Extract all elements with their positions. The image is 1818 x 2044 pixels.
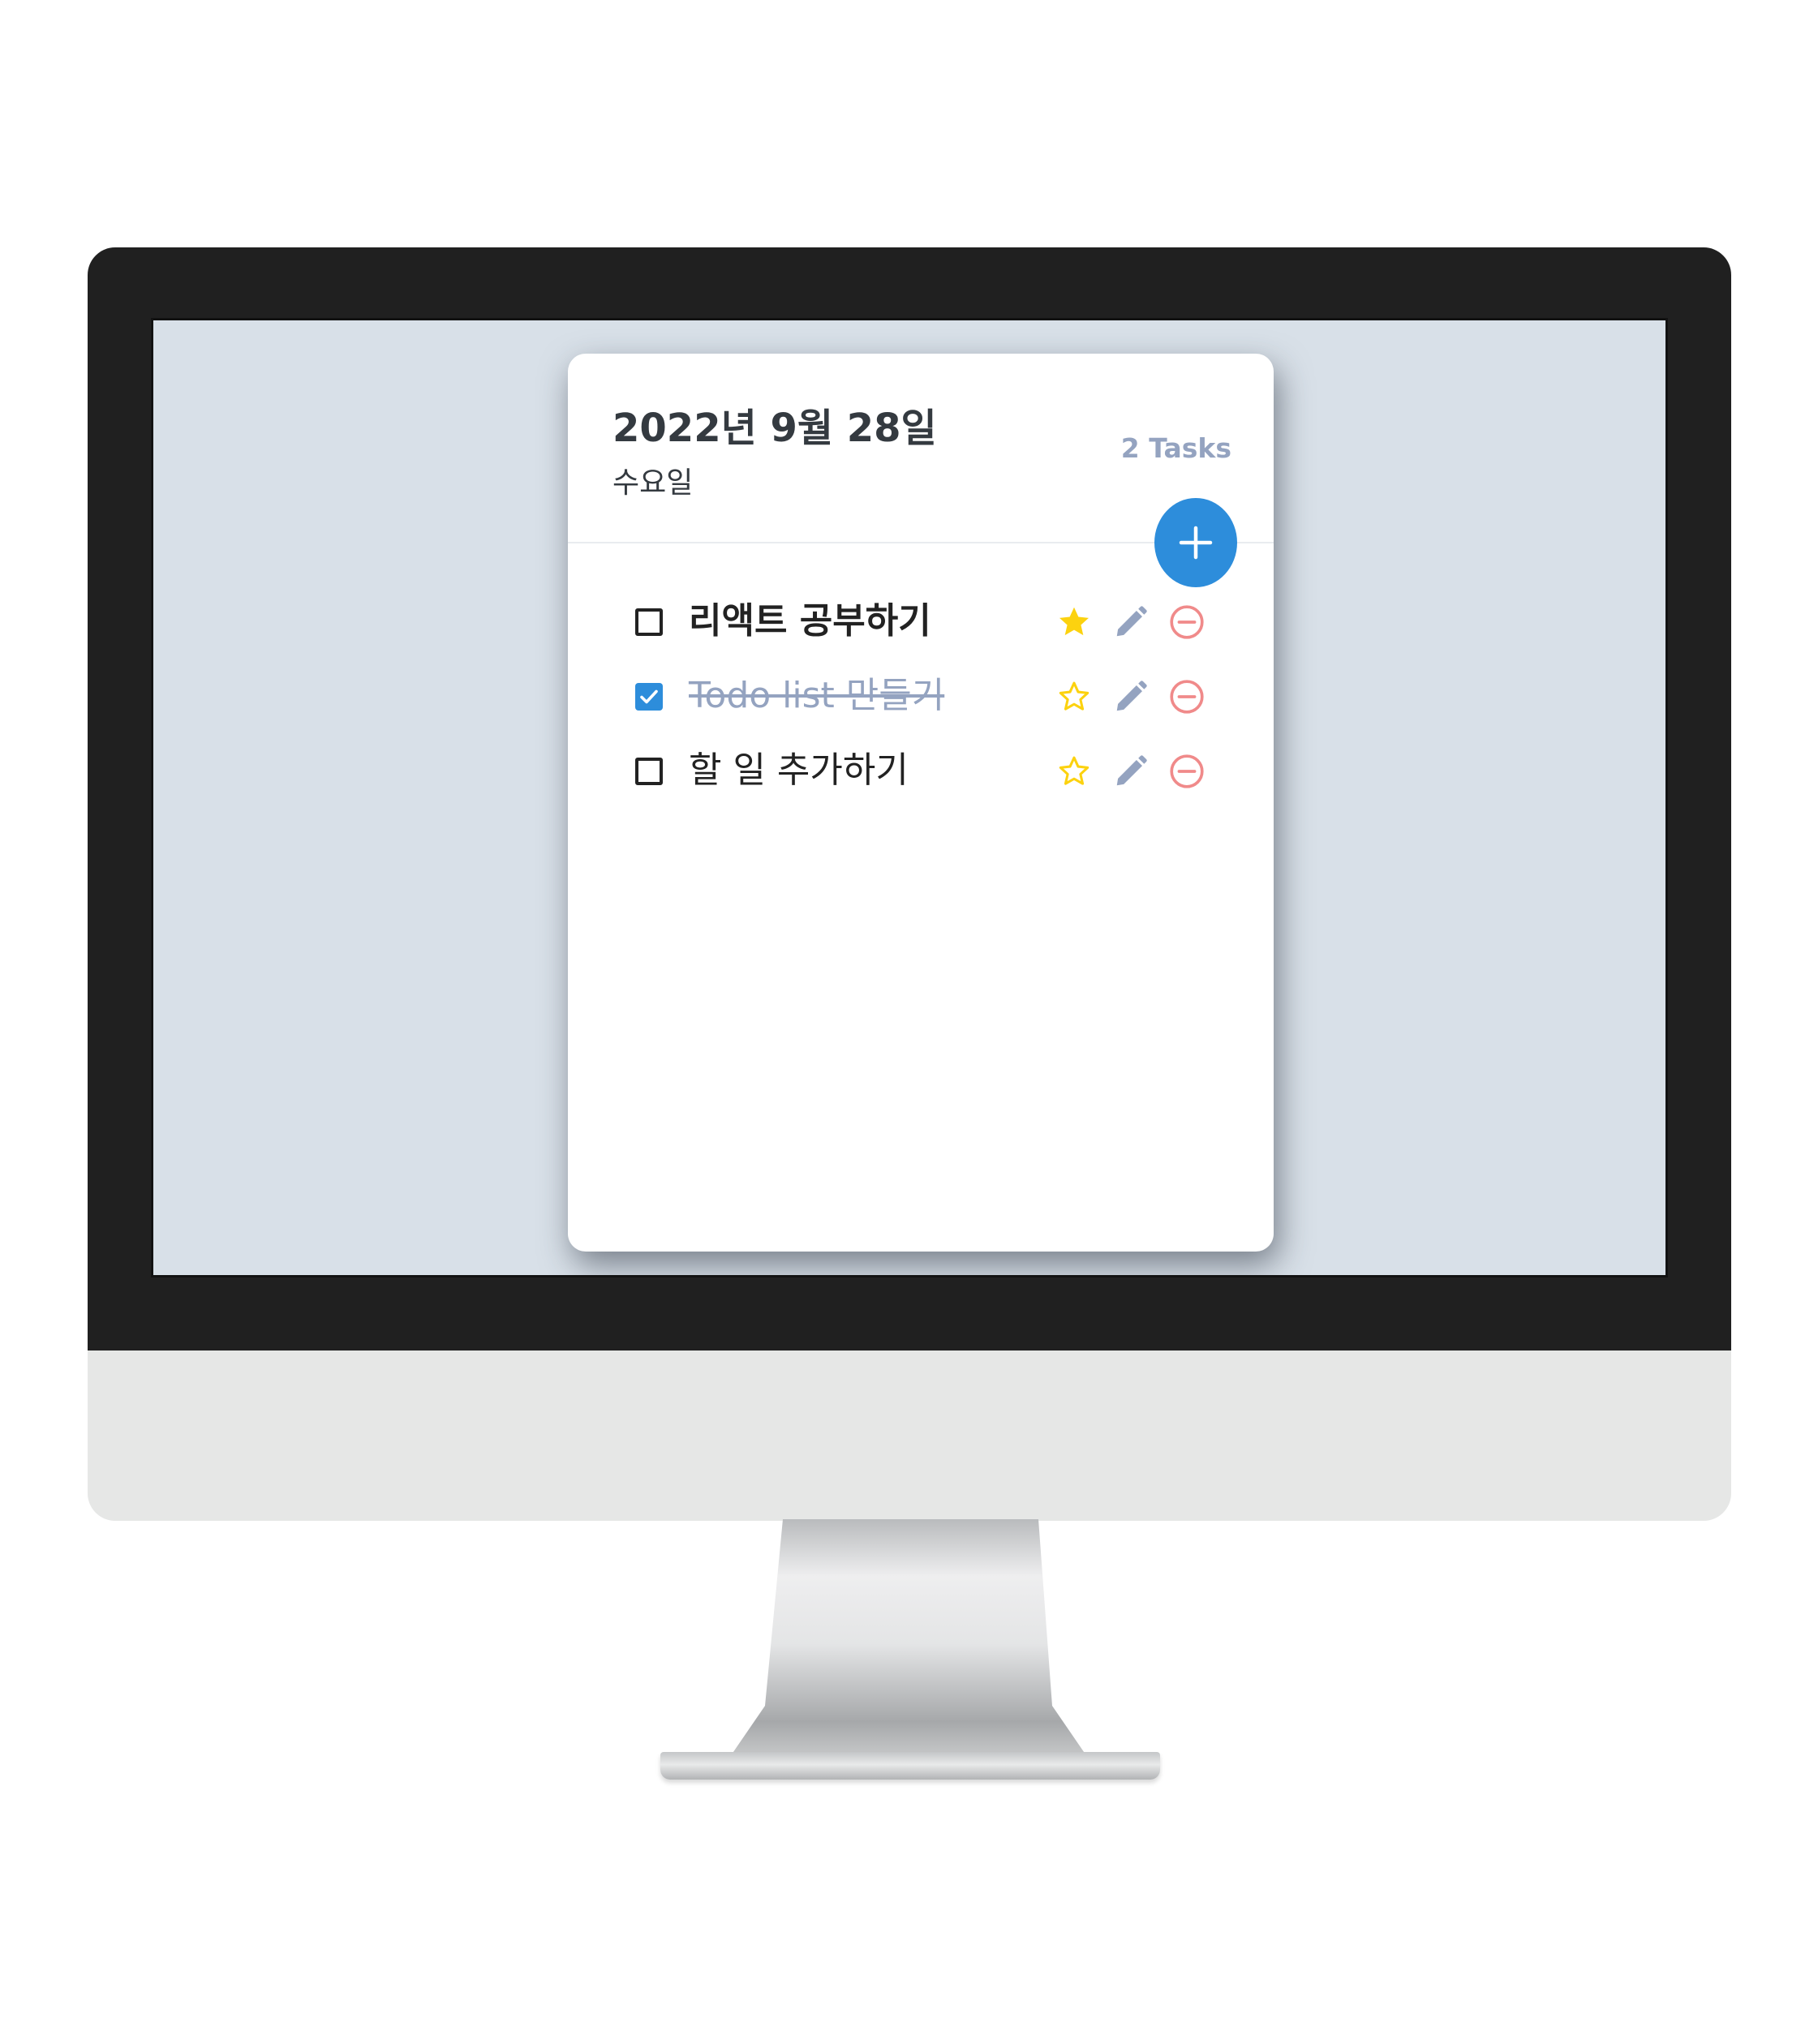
- todo-item: Todo list 만들기: [568, 663, 1274, 738]
- todo-text: 리액트 공부하기: [689, 600, 931, 642]
- todo-text: Todo list 만들기: [689, 675, 945, 716]
- minus-circle-icon[interactable]: [1168, 753, 1206, 790]
- pencil-icon[interactable]: [1112, 753, 1150, 790]
- star-filled-icon[interactable]: [1055, 603, 1093, 641]
- checkbox-checked-icon[interactable]: [635, 683, 663, 711]
- monitor-stand-base: [660, 1752, 1160, 1780]
- todo-item: 할 일 추가하기: [568, 738, 1274, 813]
- star-outline-icon[interactable]: [1055, 678, 1093, 715]
- header-date: 2022년 9월 28일: [612, 406, 937, 451]
- todo-text: 할 일 추가하기: [689, 749, 909, 791]
- add-todo-button[interactable]: [1154, 498, 1237, 587]
- pencil-icon[interactable]: [1112, 603, 1150, 641]
- plus-icon: [1179, 526, 1213, 560]
- checkbox-icon[interactable]: [635, 758, 663, 785]
- tasks-count: 2 Tasks: [1120, 432, 1231, 464]
- todo-list: 리액트 공부하기 Todo list 만들기 할 일 추가하기: [568, 589, 1274, 813]
- monitor-screen: 2022년 9월 28일 수요일 2 Tasks 리액트 공부하기 Todo l…: [151, 318, 1668, 1278]
- monitor-stand-neck: [726, 1519, 1091, 1763]
- todo-card: 2022년 9월 28일 수요일 2 Tasks 리액트 공부하기 Todo l…: [568, 354, 1274, 1252]
- star-outline-icon[interactable]: [1055, 753, 1093, 790]
- minus-circle-icon[interactable]: [1168, 678, 1206, 715]
- header-day: 수요일: [612, 466, 694, 500]
- checkbox-icon[interactable]: [635, 608, 663, 636]
- checkmark-icon: [640, 689, 658, 704]
- minus-circle-icon[interactable]: [1168, 603, 1206, 641]
- todo-item: 리액트 공부하기: [568, 589, 1274, 663]
- desktop-monitor-mockup: 2022년 9월 28일 수요일 2 Tasks 리액트 공부하기 Todo l…: [0, 0, 1818, 2044]
- pencil-icon[interactable]: [1112, 678, 1150, 715]
- monitor-chin: [88, 1350, 1731, 1521]
